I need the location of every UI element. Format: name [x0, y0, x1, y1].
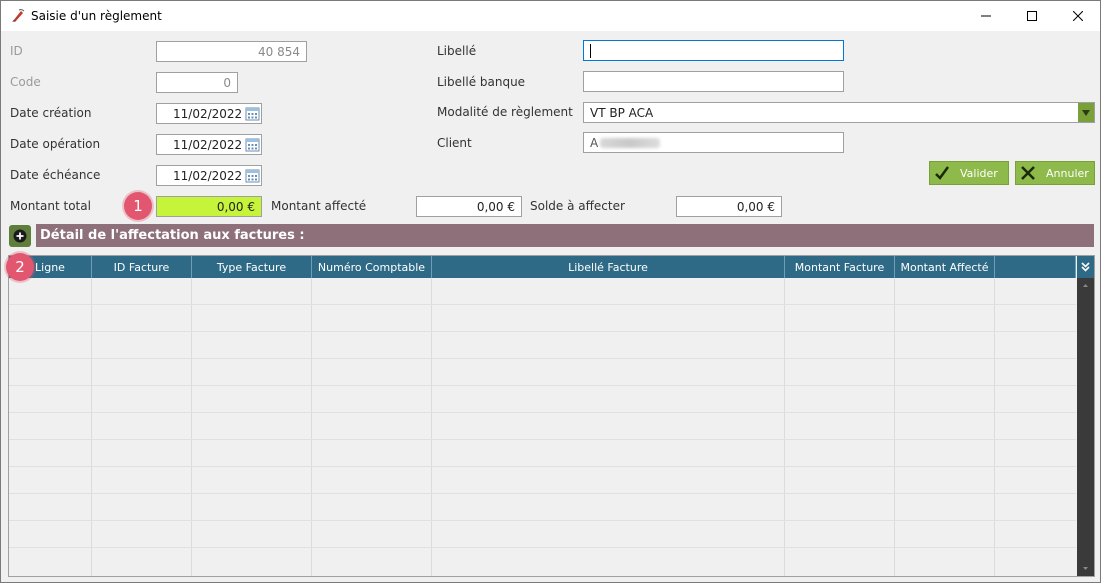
annotation-badge-2: 2 [6, 253, 34, 281]
date-operation-value: 11/02/2022 [173, 137, 243, 152]
table-row[interactable] [9, 305, 1076, 332]
redacted-text [600, 137, 661, 148]
annuler-label: Annuler [1046, 166, 1089, 180]
client-input[interactable]: A [583, 132, 844, 153]
code-value: 0 [223, 75, 231, 90]
checkmark-icon [930, 162, 954, 184]
section-title: Détail de l'affectation aux factures : [40, 228, 305, 243]
libelle-banque-label: Libellé banque [437, 75, 526, 89]
code-label: Code [10, 75, 41, 89]
table-header: Ligne ID Facture Type Facture Numéro Com… [9, 256, 1076, 278]
calendar-icon[interactable] [245, 168, 260, 183]
calendar-icon[interactable] [245, 106, 260, 121]
libelle-input[interactable] [583, 40, 844, 61]
maximize-button[interactable] [1009, 1, 1055, 31]
column-header-type-facture[interactable]: Type Facture [192, 256, 312, 278]
double-chevron-down-icon [1081, 262, 1090, 272]
montant-affecte-label: Montant affecté [271, 199, 367, 213]
minimize-button[interactable] [963, 1, 1009, 31]
montant-affecte-field: 0,00 € [416, 196, 522, 217]
badge-number: 1 [133, 197, 143, 215]
date-operation-label: Date opération [10, 137, 101, 151]
date-creation-field[interactable]: 11/02/2022 [156, 103, 262, 124]
minimize-icon [981, 15, 991, 17]
table-row[interactable] [9, 413, 1076, 440]
column-header-empty[interactable] [995, 256, 1076, 278]
column-header-id-facture[interactable]: ID Facture [92, 256, 192, 278]
table-row[interactable] [9, 494, 1076, 521]
section-title-bar: Détail de l'affectation aux factures : [36, 224, 1094, 247]
montant-total-field[interactable]: 0,00 € [156, 196, 262, 217]
solde-field: 0,00 € [676, 196, 782, 217]
montant-total-label: Montant total [10, 199, 91, 213]
maximize-icon [1027, 11, 1037, 21]
column-header-numero-comptable[interactable]: Numéro Comptable [312, 256, 432, 278]
date-echeance-field[interactable]: 11/02/2022 [156, 165, 262, 186]
window-title: Saisie d'un règlement [31, 9, 162, 23]
modalite-value: VT BP ACA [590, 105, 654, 120]
annotation-badge-1: 1 [124, 192, 152, 220]
scroll-down-icon[interactable] [1077, 564, 1094, 574]
montant-affecte-value: 0,00 € [476, 199, 515, 214]
column-header-montant-facture[interactable]: Montant Facture [785, 256, 895, 278]
table-row[interactable] [9, 332, 1076, 359]
date-creation-value: 11/02/2022 [173, 106, 243, 121]
calendar-icon[interactable] [245, 137, 260, 152]
table-row[interactable] [9, 467, 1076, 494]
column-header-libelle-facture[interactable]: Libellé Facture [432, 256, 785, 278]
table-row[interactable] [9, 386, 1076, 413]
solde-label: Solde à affecter [530, 199, 625, 213]
date-operation-field[interactable]: 11/02/2022 [156, 134, 262, 155]
dialog-window: Saisie d'un règlement ID 40 854 Code 0 D… [0, 0, 1101, 583]
vertical-scrollbar[interactable] [1077, 278, 1094, 576]
table-row[interactable] [9, 548, 1076, 575]
annuler-button[interactable]: Annuler [1015, 161, 1095, 185]
scroll-up-icon[interactable] [1077, 280, 1094, 290]
plus-circle-icon [13, 229, 27, 243]
date-echeance-value: 11/02/2022 [173, 168, 243, 183]
form-content: ID 40 854 Code 0 Date création 11/02/202… [1, 31, 1100, 582]
id-label: ID [10, 44, 23, 58]
close-button[interactable] [1055, 1, 1101, 31]
dropdown-button[interactable] [1078, 103, 1094, 122]
solde-value: 0,00 € [736, 199, 775, 214]
modalite-select[interactable]: VT BP ACA [583, 102, 1095, 123]
column-header-montant-affecte[interactable]: Montant Affecté [895, 256, 995, 278]
text-caret [590, 43, 591, 58]
client-value: A [590, 135, 599, 150]
table-row[interactable] [9, 521, 1076, 548]
date-creation-label: Date création [10, 106, 92, 120]
add-line-button[interactable] [9, 225, 31, 247]
chevron-down-icon [1082, 109, 1090, 116]
modalite-label: Modalité de règlement [437, 105, 573, 119]
title-bar: Saisie d'un règlement [1, 1, 1100, 31]
libelle-banque-input[interactable] [583, 71, 844, 92]
cross-icon [1016, 162, 1040, 184]
table-row[interactable] [9, 359, 1076, 386]
column-menu-button[interactable] [1077, 256, 1094, 278]
libelle-label: Libellé [437, 44, 477, 58]
table-row[interactable] [9, 278, 1076, 305]
invoice-allocation-table: Ligne ID Facture Type Facture Numéro Com… [8, 255, 1095, 577]
app-icon [12, 9, 25, 22]
id-value: 40 854 [258, 44, 300, 59]
date-echeance-label: Date échéance [10, 168, 101, 182]
close-icon [1073, 11, 1083, 21]
table-body [9, 278, 1076, 576]
valider-button[interactable]: Valider [929, 161, 1009, 185]
id-field: 40 854 [156, 41, 307, 62]
code-field: 0 [156, 72, 238, 93]
valider-label: Valider [960, 166, 998, 180]
montant-total-value: 0,00 € [216, 199, 255, 214]
client-label: Client [437, 136, 472, 150]
table-row[interactable] [9, 440, 1076, 467]
badge-number: 2 [15, 258, 25, 276]
